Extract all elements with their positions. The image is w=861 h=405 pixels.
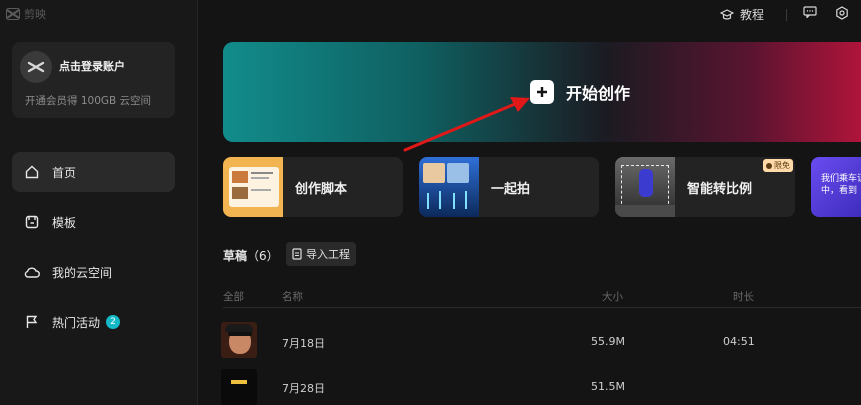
graduation-cap-icon bbox=[720, 8, 734, 20]
notification-badge: 2 bbox=[106, 315, 121, 329]
plus-icon bbox=[530, 80, 554, 104]
cloud-icon bbox=[24, 264, 40, 280]
free-limited-badge: 限免 bbox=[763, 159, 793, 172]
feature-card-label: 一起拍 bbox=[491, 181, 531, 197]
topbar-divider bbox=[786, 9, 787, 21]
play-icon bbox=[766, 162, 772, 169]
import-project-button[interactable]: 导入工程 bbox=[286, 242, 356, 266]
tutorial-button[interactable]: 教程 bbox=[720, 6, 764, 23]
draft-name[interactable]: 7月18日 bbox=[282, 335, 325, 351]
app-name: 剪映 bbox=[24, 8, 46, 21]
feature-card-promo[interactable]: 我们乘车证 中，看到 bbox=[811, 157, 861, 217]
column-header-name[interactable]: 名称 bbox=[282, 289, 303, 304]
start-creating-banner[interactable]: 开始创作 bbox=[223, 42, 861, 142]
script-thumbnail bbox=[223, 157, 283, 217]
draft-size: 51.5M bbox=[591, 380, 625, 393]
promo-line-2: 中，看到 bbox=[821, 186, 858, 196]
feature-card-label: 创作脚本 bbox=[295, 181, 348, 197]
vip-promo-text[interactable]: 开通会员得 100GB 云空间 bbox=[25, 93, 151, 108]
account-card[interactable]: 点击登录账户 开通会员得 100GB 云空间 bbox=[12, 42, 175, 118]
feature-card-shoot-together[interactable]: 一起拍 bbox=[419, 157, 599, 217]
column-header-duration[interactable]: 时长 bbox=[733, 289, 754, 304]
draft-thumbnail[interactable] bbox=[221, 322, 257, 358]
app-logo: 剪映 bbox=[6, 6, 46, 22]
feedback-icon bbox=[803, 6, 817, 18]
column-header-all[interactable]: 全部 bbox=[223, 289, 244, 304]
sidebar-item-events[interactable]: 热门活动 2 bbox=[12, 302, 175, 342]
feature-card-smart-ratio[interactable]: 智能转比例 限免 bbox=[615, 157, 795, 217]
table-divider bbox=[223, 307, 861, 308]
avatar[interactable] bbox=[20, 51, 52, 83]
column-header-size[interactable]: 大小 bbox=[602, 289, 623, 304]
sidebar-item-label: 模板 bbox=[52, 215, 77, 230]
draft-duration: 04:51 bbox=[723, 335, 755, 348]
sidebar-item-templates[interactable]: 模板 bbox=[12, 202, 175, 242]
drafts-heading: 草稿（6） bbox=[223, 249, 279, 263]
draft-name[interactable]: 7月28日 bbox=[282, 380, 325, 396]
home-icon bbox=[24, 164, 40, 180]
settings-button[interactable] bbox=[835, 6, 849, 20]
sidebar: 剪映 点击登录账户 开通会员得 100GB 云空间 首页 模板 我的云空间 热门… bbox=[0, 0, 198, 405]
capcut-avatar-icon bbox=[27, 61, 45, 73]
sidebar-item-label: 热门活动 bbox=[52, 315, 101, 330]
sidebar-item-home[interactable]: 首页 bbox=[12, 152, 175, 192]
shoot-together-thumbnail bbox=[419, 157, 479, 217]
promo-line-1: 我们乘车证 bbox=[821, 174, 861, 184]
draft-size: 55.9M bbox=[591, 335, 625, 348]
flag-icon bbox=[24, 314, 40, 330]
tutorial-label: 教程 bbox=[740, 8, 765, 22]
feature-card-script[interactable]: 创作脚本 bbox=[223, 157, 403, 217]
template-icon bbox=[24, 214, 40, 230]
login-link[interactable]: 点击登录账户 bbox=[59, 58, 125, 74]
sidebar-item-label: 我的云空间 bbox=[52, 265, 113, 280]
start-creating-label: 开始创作 bbox=[566, 84, 631, 103]
feedback-button[interactable] bbox=[803, 6, 817, 18]
settings-icon bbox=[836, 6, 848, 20]
feature-card-label: 智能转比例 bbox=[687, 181, 753, 197]
draft-thumbnail[interactable] bbox=[221, 369, 257, 405]
sidebar-item-cloud[interactable]: 我的云空间 bbox=[12, 252, 175, 292]
document-icon bbox=[292, 248, 302, 260]
sidebar-item-label: 首页 bbox=[52, 165, 77, 180]
start-creating-button[interactable]: 开始创作 bbox=[530, 80, 630, 104]
capcut-logo-icon bbox=[6, 8, 20, 20]
import-project-label: 导入工程 bbox=[306, 248, 350, 261]
smart-ratio-thumbnail bbox=[615, 157, 675, 217]
